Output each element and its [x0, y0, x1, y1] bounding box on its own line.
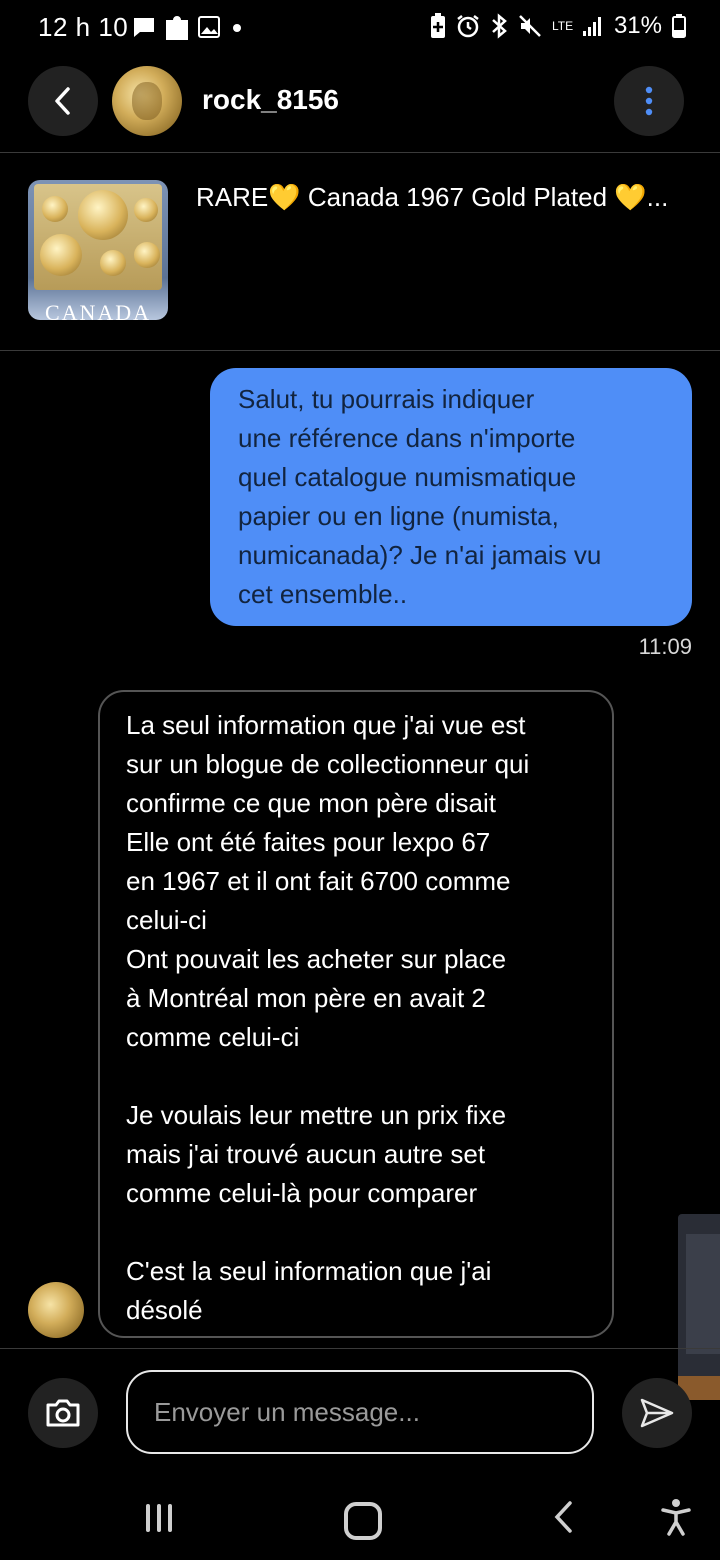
message-line: C'est la seul information que j'ai — [126, 1256, 492, 1286]
username[interactable]: rock_8156 — [202, 84, 339, 116]
conversation-header: rock_8156 — [0, 54, 720, 152]
chat-icon — [134, 18, 154, 37]
message-line: comme celui-ci — [126, 1022, 300, 1052]
recent-apps-icon — [146, 1504, 150, 1532]
message-line: quel catalogue numismatique — [238, 462, 577, 492]
thumbnail-label: CANADA — [44, 300, 152, 320]
battery-percent: 31% — [613, 12, 662, 39]
message-line: confirme ce que mon père disait — [126, 788, 496, 818]
accessibility-icon[interactable] — [660, 1498, 692, 1536]
message-line: une référence dans n'importe — [238, 423, 576, 453]
message-line: numicanada)? Je n'ai jamais vu — [238, 540, 602, 570]
listing-divider — [0, 350, 720, 351]
composer-divider — [0, 1348, 720, 1349]
dot-icon — [233, 24, 241, 32]
send-button[interactable] — [622, 1378, 692, 1448]
sender-avatar[interactable] — [28, 1282, 84, 1338]
back-button[interactable] — [28, 66, 98, 136]
battery-saver-icon — [430, 13, 445, 38]
camera-button[interactable] — [28, 1378, 98, 1448]
outgoing-message[interactable]: Salut, tu pourrais indiquer une référenc… — [210, 368, 692, 626]
message-line: cet ensemble.. — [238, 579, 408, 609]
battery-icon — [672, 14, 686, 38]
message-line: La seul information que j'ai vue est — [126, 710, 526, 740]
camera-icon — [46, 1399, 80, 1427]
message-line: désolé — [126, 1295, 203, 1325]
avatar[interactable] — [112, 66, 182, 136]
puzzle-icon — [166, 16, 188, 40]
mute-icon — [519, 15, 541, 37]
more-vertical-icon — [645, 86, 653, 116]
send-icon — [640, 1398, 674, 1428]
signal-icon — [582, 17, 601, 36]
alarm-icon — [457, 15, 479, 38]
more-options-button[interactable] — [614, 66, 684, 136]
message-line: à Montréal mon père en avait 2 — [126, 983, 486, 1013]
message-line: Je voulais leur mettre un prix fixe — [126, 1100, 507, 1130]
message-line: mais j'ai trouvé aucun autre set — [126, 1139, 486, 1169]
image-icon — [198, 16, 220, 38]
message-line: celui-ci — [126, 905, 207, 935]
message-line: Elle ont été faites pour lexpo 67 — [126, 827, 491, 857]
message-line: papier ou en ligne (numista, — [238, 501, 559, 531]
listing-thumbnail[interactable]: CANADA — [28, 180, 168, 320]
message-composer — [0, 1350, 720, 1470]
system-navigation-bar — [0, 1470, 720, 1560]
message-timestamp: 11:09 — [638, 634, 692, 659]
status-bar: 12 h 10 LTE 31% — [0, 0, 720, 54]
network-type: LTE — [551, 18, 574, 33]
message-input[interactable] — [126, 1370, 594, 1454]
back-arrow-icon — [55, 87, 70, 115]
nav-back-icon[interactable] — [552, 1500, 574, 1534]
listing-title[interactable]: RARE💛 Canada 1967 Gold Plated 💛... — [196, 182, 696, 213]
message-line: sur un blogue de collectionneur qui — [126, 749, 530, 779]
recent-apps-button[interactable] — [146, 1504, 172, 1532]
message-line: en 1967 et il ont fait 6700 comme — [126, 866, 511, 896]
home-button[interactable] — [344, 1502, 382, 1540]
listing-preview[interactable]: CANADA RARE💛 Canada 1967 Gold Plated 💛..… — [0, 152, 720, 350]
incoming-message[interactable]: La seul information que j'ai vue est sur… — [98, 690, 614, 1338]
bluetooth-icon — [492, 13, 507, 39]
message-line: Salut, tu pourrais indiquer — [238, 384, 535, 414]
status-time: 12 h 10 — [38, 12, 129, 42]
message-line: Ont pouvait les acheter sur place — [126, 944, 507, 974]
message-line: comme celui-là pour comparer — [126, 1178, 478, 1208]
